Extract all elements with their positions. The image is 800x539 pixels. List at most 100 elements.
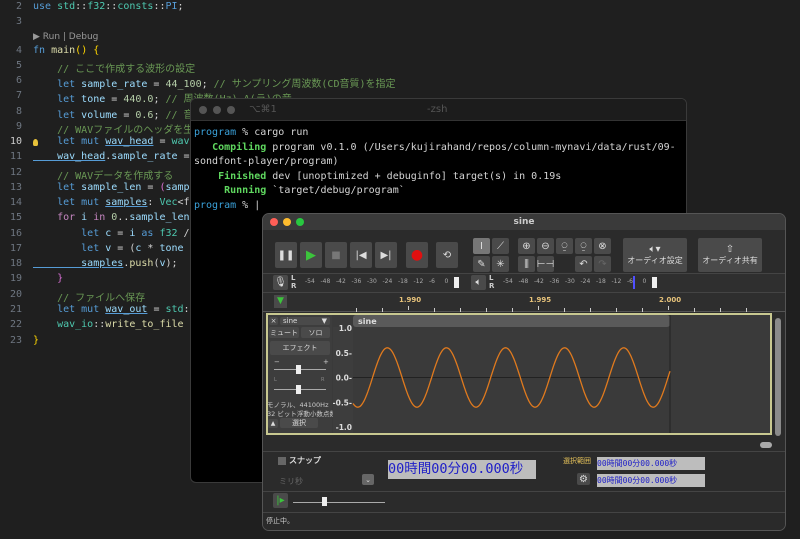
code-token: samples (33, 258, 124, 269)
draw-tool[interactable]: ✎ (473, 256, 490, 272)
envelope-tool[interactable]: ⟋ (492, 238, 509, 254)
zoom-in-icon[interactable]: ⊕ (518, 238, 535, 254)
terminal-line: program % cargo run (194, 127, 308, 138)
code-line[interactable]: let sample_len = (samp (33, 182, 190, 193)
code-token: = (147, 79, 166, 90)
code-line[interactable]: // WAVファイルのヘッダを生成 (33, 121, 203, 136)
redo-icon[interactable]: ↷ (594, 256, 611, 272)
selection-end-field[interactable]: 00時間00分00.000秒 (597, 474, 705, 487)
chevron-down-icon: ▼ (321, 317, 327, 325)
code-line[interactable]: let volume = 0.6; // 音量 (33, 106, 203, 121)
code-line[interactable]: // ファイルへ保存 (33, 289, 145, 304)
meter-tick-label: -24 (580, 278, 591, 285)
code-line[interactable]: samples.push(v); (33, 258, 177, 269)
code-line[interactable]: let c = i as f32 / (33, 228, 189, 239)
track-close-button[interactable]: × (269, 317, 278, 325)
audio-setup-button[interactable]: 🔈︎▾ オーディオ設定 (623, 238, 687, 272)
play-button[interactable]: ▶ (300, 242, 322, 268)
code-line[interactable]: let mut wav_out = std: (33, 304, 190, 315)
minimize-button[interactable] (213, 106, 221, 114)
terminal-text: % cargo run (236, 127, 309, 138)
lightbulb-icon[interactable] (33, 139, 38, 146)
close-button[interactable] (270, 218, 278, 226)
selection-start-field[interactable]: 00時間00分00.000秒 (597, 457, 705, 470)
zoom-button[interactable] (296, 218, 304, 226)
skip-start-button[interactable]: |◀ (350, 242, 372, 268)
line-number: 6 (15, 75, 22, 86)
audacity-window[interactable]: sine ❚❚ ▶ ■ |◀ ▶| ● ⟲ I ⟋ ✎ ✳ ⊕ ⊖ ⍜ ⍜ ⊗ … (262, 213, 786, 531)
timeline-ruler[interactable] (263, 292, 785, 312)
code-line[interactable]: fn main() { (33, 45, 99, 56)
record-meter[interactable]: L R -54 -48 -42 -36 -30 -24 -18 -12 -6 0 (291, 274, 461, 291)
track-menu[interactable]: sine ▼ (280, 317, 330, 325)
share-audio-button[interactable]: ⇧ オーディオ共有 (698, 238, 762, 272)
time-display[interactable]: 00時間00分00.000秒 (388, 460, 536, 479)
trim-icon[interactable]: ⫼ (518, 256, 535, 272)
snap-checkbox[interactable] (278, 457, 286, 465)
code-line[interactable]: let sample_rate = 44_100; // サンプリング周波数(C… (33, 75, 395, 90)
play-at-speed-button[interactable]: |▸ (273, 493, 288, 508)
clip-header[interactable] (353, 315, 670, 327)
code-line[interactable]: // WAVデータを作成する (33, 167, 173, 182)
mute-button[interactable]: ミュート (269, 327, 299, 338)
code-line[interactable]: } (33, 273, 63, 284)
fit-project-icon[interactable]: ⍜ (575, 238, 592, 254)
snap-unit-dropdown[interactable]: ⌄ (362, 474, 374, 485)
code-line[interactable]: for i in 0..sample_len (33, 212, 190, 223)
gain-slider-thumb[interactable] (296, 365, 301, 374)
line-number: 13 (9, 182, 22, 193)
snap-unit-select[interactable]: ミリ秒 (279, 476, 303, 487)
code-line[interactable]: wav_io::write_to_file (33, 319, 183, 330)
line-number: 16 (9, 228, 22, 239)
playback-level-marker (633, 276, 635, 289)
effects-button[interactable]: エフェクト (270, 341, 330, 355)
record-button[interactable]: ● (406, 242, 428, 268)
stop-button[interactable]: ■ (325, 242, 347, 268)
pan-slider-thumb[interactable] (296, 385, 301, 394)
ruler-tick (356, 308, 357, 312)
horizontal-scrollbar[interactable] (760, 442, 772, 448)
collapse-track-icon[interactable]: ▲ (268, 419, 278, 428)
meter-gain-handle[interactable] (454, 277, 459, 288)
skip-end-button[interactable]: ▶| (375, 242, 397, 268)
loop-button[interactable]: ⟲ (436, 242, 458, 268)
zoom-toggle-icon[interactable]: ⊗ (594, 238, 611, 254)
code-line[interactable]: // ここで作成する波形の設定 (33, 60, 195, 75)
code-line[interactable]: use std::f32::consts::PI; (33, 1, 184, 12)
microphone-icon[interactable]: 🎙︎ (273, 275, 288, 290)
waveform-plot[interactable]: sine 1.0 0.5- 0.0- -0.5- -1.0 (333, 315, 770, 433)
meter-tick-label: -30 (367, 278, 377, 285)
speed-slider[interactable] (293, 502, 385, 503)
gear-icon[interactable]: ⚙ (577, 473, 590, 485)
fit-selection-icon[interactable]: ⍜ (556, 238, 573, 254)
code-line[interactable]: let mut samples: Vec<f (33, 197, 190, 208)
selection-tool[interactable]: I (473, 238, 490, 254)
silence-icon[interactable]: ⊢⊣ (537, 256, 554, 272)
meter-gain-handle[interactable] (652, 277, 657, 288)
timeline-options-button[interactable]: ▼ (274, 295, 287, 308)
speed-slider-thumb[interactable] (322, 497, 327, 506)
terminal-text: `target/debug/program` (266, 185, 405, 196)
code-line[interactable]: wav_head.sample_rate = (33, 151, 189, 162)
multi-tool[interactable]: ✳ (492, 256, 509, 272)
code-token: main (51, 45, 76, 56)
minimize-button[interactable] (283, 218, 291, 226)
code-line[interactable]: let v = (c * tone (33, 243, 183, 254)
select-track-button[interactable]: 選択 (280, 418, 318, 428)
playback-meter[interactable]: L R -54 -48 -42 -36 -30 -24 -18 -12 -6 0 (489, 274, 659, 291)
vertical-scrollbar[interactable] (775, 318, 781, 436)
terminal-text: program v0.1.0 (/Users/kujirahand/repos/… (266, 141, 676, 153)
zoom-out-icon[interactable]: ⊖ (537, 238, 554, 254)
pause-button[interactable]: ❚❚ (275, 242, 297, 268)
close-button[interactable] (199, 106, 207, 114)
meter-tick-label: -48 (320, 278, 331, 285)
run-debug-codelens[interactable]: ▶ Run | Debug (33, 32, 98, 42)
code-line[interactable]: } (33, 335, 39, 346)
playback-speaker-icon[interactable]: 🔈︎ (471, 275, 486, 290)
line-number: 21 (9, 304, 22, 315)
undo-icon[interactable]: ↶ (575, 256, 592, 272)
code-line[interactable]: let mut wav_head = wav (33, 136, 189, 147)
solo-button[interactable]: ソロ (301, 327, 330, 338)
ruler-tick-label: 2.000 (659, 296, 682, 304)
zoom-button[interactable] (227, 106, 235, 114)
